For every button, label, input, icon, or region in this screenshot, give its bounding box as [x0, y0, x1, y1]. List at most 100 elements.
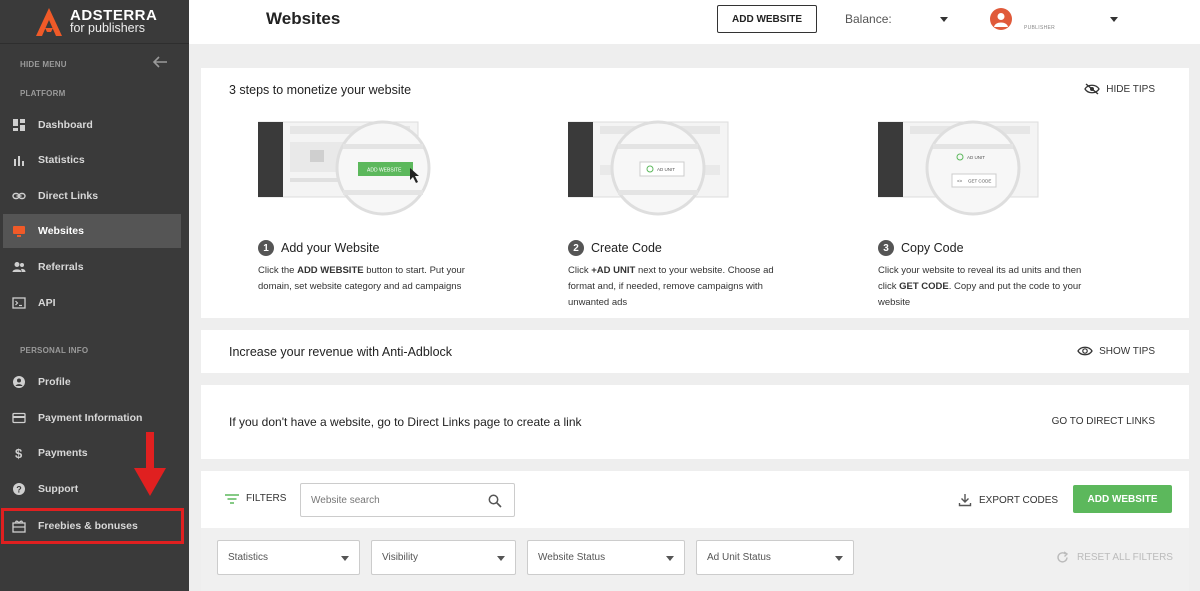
eye-icon — [1077, 346, 1093, 356]
refresh-icon — [1057, 551, 1069, 563]
dollar-icon: $ — [15, 446, 23, 460]
sidebar-item-label: Payments — [38, 447, 88, 459]
show-tips-label: SHOW TIPS — [1099, 345, 1155, 357]
illustration-button-text-2: GET CODE — [968, 179, 991, 184]
balance-dropdown-icon[interactable] — [940, 17, 948, 22]
sidebar-item-direct-links[interactable]: Direct Links — [3, 179, 181, 213]
svg-text:?: ? — [16, 485, 22, 495]
brand-logo[interactable]: ADSTERRA for publishers — [0, 0, 189, 44]
people-icon — [12, 262, 26, 272]
terminal-icon — [12, 297, 26, 309]
user-menu-dropdown-icon[interactable] — [1110, 17, 1118, 22]
website-search-input[interactable] — [311, 494, 481, 506]
step-description: Click your website to reveal its ad unit… — [878, 265, 1082, 308]
account-icon — [13, 376, 25, 388]
go-to-direct-links-link[interactable]: GO TO DIRECT LINKS — [1052, 416, 1155, 427]
tips-card: 3 steps to monetize your website HIDE TI… — [201, 68, 1189, 318]
filter-card: FILTERS EXPORT CODES ADD WEBSITE Statist… — [201, 471, 1189, 591]
tips-title: 3 steps to monetize your website — [229, 83, 412, 97]
brand-tagline: for publishers — [70, 20, 146, 35]
user-icon — [994, 13, 1008, 27]
step-number: 2 — [568, 240, 584, 256]
add-website-button[interactable]: ADD WEBSITE — [717, 5, 817, 33]
select-value: Statistics — [228, 552, 269, 563]
svg-text:$: $ — [15, 446, 23, 460]
sidebar-item-label: Profile — [38, 376, 71, 388]
hide-tips-button[interactable]: HIDE TIPS — [1084, 83, 1155, 95]
select-value: Visibility — [382, 552, 418, 563]
illustration-button-text: AD UNIT — [967, 155, 985, 160]
reset-label: RESET ALL FILTERS — [1077, 552, 1173, 563]
hide-tips-label: HIDE TIPS — [1106, 83, 1155, 95]
search-box — [300, 483, 515, 517]
balance-label: Balance: — [845, 12, 892, 26]
step-3: AD UNIT <> GET CODE 3 Copy Code Click yo… — [878, 120, 1088, 308]
direct-links-card: If you don't have a website, go to Direc… — [201, 385, 1189, 459]
filter-row: Statistics Visibility Website Status Ad … — [201, 528, 1189, 591]
step-2: AD UNIT 2 Create Code Click +AD UNIT nex… — [568, 120, 778, 308]
sidebar-item-dashboard[interactable]: Dashboard — [3, 108, 181, 142]
illustration-button-text: ADD WEBSITE — [367, 168, 402, 174]
sidebar-item-label: Referrals — [38, 261, 84, 273]
link-icon — [12, 192, 26, 200]
monitor-icon — [13, 226, 25, 237]
step-number: 1 — [258, 240, 274, 256]
step-2-illustration: AD UNIT — [568, 120, 729, 216]
page-title: Websites — [266, 9, 341, 28]
sidebar-item-profile[interactable]: Profile — [3, 365, 181, 399]
filters-label: FILTERS — [246, 493, 287, 504]
topbar: Websites ADD WEBSITE Balance: PUBLISHER — [189, 0, 1200, 44]
help-icon: ? — [13, 483, 25, 495]
section-personal-info: PERSONAL INFO — [20, 346, 89, 355]
filter-icon — [225, 493, 239, 504]
sidebar: ADSTERRA for publishers HIDE MENU PLATFO… — [0, 0, 189, 591]
ad-unit-status-select[interactable]: Ad Unit Status — [696, 540, 854, 575]
sidebar-item-referrals[interactable]: Referrals — [3, 250, 181, 284]
chevron-down-icon — [666, 556, 674, 561]
step-title: Create Code — [591, 241, 662, 255]
sidebar-item-label: Direct Links — [38, 190, 99, 202]
show-tips-button[interactable]: SHOW TIPS — [1077, 345, 1155, 357]
search-icon[interactable] — [488, 494, 502, 508]
sidebar-item-payment-information[interactable]: Payment Information — [3, 401, 181, 435]
website-status-select[interactable]: Website Status — [527, 540, 685, 575]
section-platform: PLATFORM — [20, 89, 66, 98]
arrow-left-icon[interactable] — [152, 55, 168, 69]
step-1-illustration: ADD WEBSITE — [258, 120, 431, 216]
dashboard-icon — [13, 119, 25, 131]
chevron-down-icon — [341, 556, 349, 561]
arrow-down-annotation-icon — [134, 432, 166, 496]
visibility-select[interactable]: Visibility — [371, 540, 516, 575]
filters-button[interactable]: FILTERS — [225, 493, 286, 504]
step-1: ADD WEBSITE 1 Add your Website Click the… — [258, 120, 468, 305]
sidebar-item-label: Payment Information — [38, 412, 143, 424]
sidebar-item-label: Dashboard — [38, 119, 93, 131]
sidebar-item-websites[interactable]: Websites — [3, 214, 181, 248]
credit-card-icon — [12, 412, 26, 424]
step-number: 3 — [878, 240, 894, 256]
step-3-illustration: AD UNIT <> GET CODE — [878, 120, 1039, 216]
download-icon — [958, 494, 972, 507]
step-description: Click the ADD WEBSITE button to start. P… — [258, 265, 465, 292]
select-value: Website Status — [538, 552, 606, 563]
sidebar-item-label: API — [38, 297, 56, 309]
statistics-select[interactable]: Statistics — [217, 540, 360, 575]
export-codes-button[interactable]: EXPORT CODES — [958, 493, 1058, 507]
step-title: Copy Code — [901, 241, 964, 255]
chevron-down-icon — [497, 556, 505, 561]
antiadblock-card: Increase your revenue with Anti-Adblock … — [201, 330, 1189, 373]
chevron-down-icon — [835, 556, 843, 561]
sidebar-item-label: Statistics — [38, 154, 85, 166]
sidebar-item-api[interactable]: API — [3, 286, 181, 320]
add-website-green-button[interactable]: ADD WEBSITE — [1073, 485, 1172, 513]
sidebar-item-statistics[interactable]: Statistics — [3, 143, 181, 177]
svg-text:<>: <> — [957, 179, 963, 184]
select-value: Ad Unit Status — [707, 552, 771, 563]
avatar[interactable] — [990, 8, 1012, 30]
reset-all-filters-button[interactable]: RESET ALL FILTERS — [1056, 551, 1173, 564]
hide-menu-label[interactable]: HIDE MENU — [20, 60, 67, 69]
sidebar-item-label: Support — [38, 483, 79, 495]
user-role: PUBLISHER — [1024, 25, 1056, 31]
bar-chart-icon — [14, 156, 24, 166]
eye-off-icon — [1084, 83, 1101, 95]
